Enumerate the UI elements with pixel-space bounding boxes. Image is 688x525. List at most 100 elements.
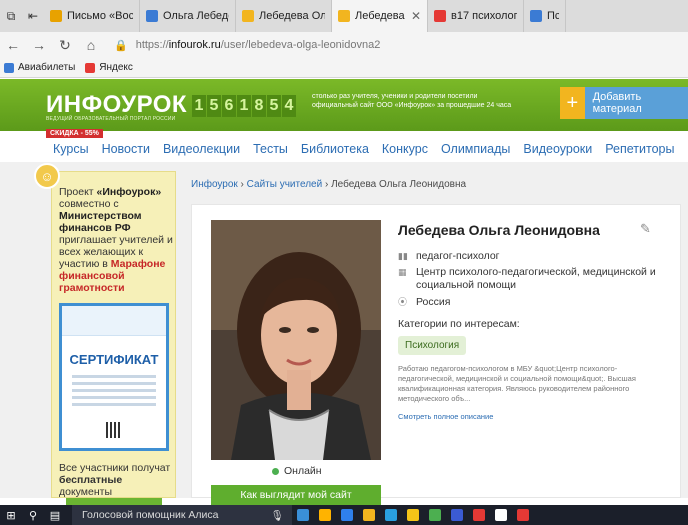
app-glyph-icon — [319, 509, 331, 521]
main-nav: Курсы Новости Видеолекции Тесты Библиотека Ко… — [0, 136, 688, 162]
tab-label: Лебедева Ольга Л — [355, 10, 405, 22]
bookmark-label: Авиабилеты — [18, 62, 76, 73]
profile-about: Работаю педагогом-психологом в МБУ &quot… — [398, 364, 636, 403]
address-bar[interactable]: 🔒 https:// infourok.ru /user/lebedeva-ol… — [114, 39, 380, 52]
back-icon[interactable]: ← — [0, 37, 26, 53]
promo-footer: Все участники получат бесплатные докумен… — [59, 462, 177, 498]
counter-digit: 8 — [252, 95, 266, 117]
add-material-button[interactable]: + Добавить материал — [560, 87, 688, 119]
app-glyph-icon — [451, 509, 463, 521]
nav-item[interactable]: Тесты — [253, 142, 288, 156]
taskbar-app-icon[interactable] — [490, 505, 512, 525]
site-logo[interactable]: ИНФОУРОК — [46, 91, 187, 119]
browser-tab[interactable]: Лебедева Ольга Л ✕ — [332, 0, 428, 32]
browser-toolbar: ← → ↻ ⌂ 🔒 https:// infourok.ru /user/leb… — [0, 32, 688, 58]
logo-subtitle: ВЕДУЩИЙ ОБРАЗОВАТЕЛЬНЫЙ ПОРТАЛ РОССИИ — [46, 116, 176, 122]
tab-actions-icon[interactable]: ⧉ — [0, 0, 22, 32]
bookmark-yandex[interactable]: Яндекс — [85, 62, 133, 73]
taskbar-app-icon[interactable] — [380, 505, 402, 525]
microphone-icon[interactable]: 🎙 — [271, 509, 284, 522]
forward-icon[interactable]: → — [26, 37, 52, 53]
online-label: Онлайн — [284, 465, 322, 477]
counter-digit: 6 — [222, 95, 236, 117]
breadcrumb-separator: › — [237, 179, 247, 190]
browser-tab[interactable]: в17 психология — Янд — [428, 0, 524, 32]
taskbar-apps — [292, 505, 534, 525]
taskbar-app-icon[interactable] — [314, 505, 336, 525]
pencil-icon[interactable]: ✎ — [640, 221, 651, 237]
favicon-icon — [146, 10, 158, 22]
nav-item[interactable]: Конкурс — [382, 142, 428, 156]
promo-ministry: Министерством финансов РФ — [59, 210, 142, 234]
refresh-icon[interactable]: ↻ — [52, 37, 78, 54]
add-material-label: Добавить материал — [592, 91, 642, 115]
favicon-icon — [530, 10, 542, 22]
tab-label: Ольга Лебедева — [163, 10, 229, 22]
counter-digit: 1 — [192, 95, 206, 117]
category-tag[interactable]: Психология — [398, 336, 467, 355]
browser-tab[interactable]: Ольга Лебедева — [140, 0, 236, 32]
nav-item[interactable]: Новости — [102, 142, 150, 156]
taskbar-app-icon[interactable] — [468, 505, 490, 525]
workplace-text: Центр психолого-педагогической, медицинс… — [416, 266, 656, 291]
browser-tab[interactable]: Пси — [524, 0, 566, 32]
smile-icon: ☺ — [34, 163, 60, 189]
breadcrumb-section[interactable]: Сайты учителей — [247, 179, 323, 190]
promo-footer-end: документы — [59, 486, 113, 498]
app-glyph-icon — [297, 509, 309, 521]
tab-label: Пси — [547, 10, 559, 22]
windows-start-icon[interactable]: ⊞ — [0, 505, 22, 525]
taskbar-app-icon[interactable] — [292, 505, 314, 525]
app-glyph-icon — [495, 509, 507, 521]
app-glyph-icon — [429, 509, 441, 521]
url-host: infourok.ru — [168, 39, 221, 51]
counter-digit: 4 — [282, 95, 296, 117]
breadcrumb-separator: › — [322, 179, 332, 190]
taskbar-app-icon[interactable] — [512, 505, 534, 525]
view-my-site-button[interactable]: Как выглядит мой сайт — [211, 485, 381, 505]
book-icon: ▮▮ — [398, 251, 408, 261]
breadcrumb-home[interactable]: Инфоурок — [191, 179, 238, 190]
nav-item[interactable]: Видеоуроки — [523, 142, 592, 156]
browser-tab-strip: ⧉ ⇤ Письмо «Восстановле Ольга Лебедева Леб… — [0, 0, 688, 32]
taskbar-search-box[interactable]: Голосовой помощник Алиса 🎙 — [72, 505, 292, 525]
counter-digit: 1 — [237, 95, 251, 117]
taskbar-app-icon[interactable] — [402, 505, 424, 525]
role-text: педагог-психолог — [416, 250, 500, 262]
nav-item[interactable]: Библиотека — [301, 142, 369, 156]
online-dot-icon — [272, 467, 279, 475]
search-icon[interactable]: ⚲ — [22, 505, 44, 525]
bookmark-aviabilety[interactable]: Авиабилеты — [4, 62, 75, 73]
qr-code-icon — [106, 422, 122, 438]
yandex-icon — [85, 62, 96, 73]
taskbar-app-icon[interactable] — [446, 505, 468, 525]
promo-footer-bold: бесплатные — [59, 474, 123, 486]
location-pin-icon: ⦿ — [398, 297, 408, 307]
tab-back-icon[interactable]: ⇤ — [22, 0, 44, 32]
promo-footer-text: Все участники получат — [59, 462, 171, 474]
browser-tab[interactable]: Письмо «Восстановле — [44, 0, 140, 32]
close-tab-icon[interactable]: ✕ — [411, 9, 421, 23]
taskbar-app-icon[interactable] — [424, 505, 446, 525]
taskbar-search-text: Голосовой помощник Алиса — [82, 509, 219, 521]
nav-item[interactable]: Олимпиады — [441, 142, 510, 156]
app-glyph-icon — [473, 509, 485, 521]
building-icon: ▦ — [398, 267, 407, 277]
bookmarks-bar: Авиабилеты Яндекс — [0, 58, 688, 78]
promo-line: совместно с — [59, 198, 119, 210]
nav-item[interactable]: Курсы — [53, 142, 89, 156]
categories-title: Категории по интересам: — [398, 318, 520, 330]
app-glyph-icon — [363, 509, 375, 521]
counter-digit: 5 — [267, 95, 281, 117]
taskbar-app-icon[interactable] — [336, 505, 358, 525]
task-view-icon[interactable]: ▤ — [44, 505, 66, 525]
nav-item[interactable]: Репетиторы — [605, 142, 674, 156]
show-full-description-link[interactable]: Смотреть полное описание — [398, 412, 493, 421]
nav-item[interactable]: Видеолекции — [163, 142, 240, 156]
browser-tab[interactable]: Лебедева Ольга Леон — [236, 0, 332, 32]
certificate-lines — [72, 375, 156, 406]
home-icon[interactable]: ⌂ — [78, 37, 104, 53]
url-prefix: https:// — [135, 39, 169, 51]
breadcrumb: Инфоурок › Сайты учителей › Лебедева Оль… — [191, 179, 466, 190]
taskbar-app-icon[interactable] — [358, 505, 380, 525]
